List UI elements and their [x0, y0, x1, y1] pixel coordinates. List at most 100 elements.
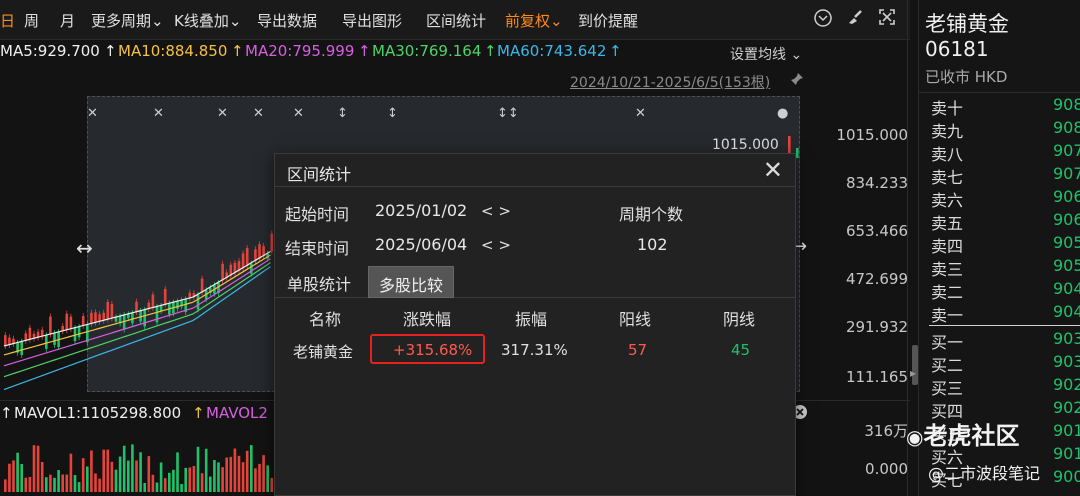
ask-row: 卖四 905 — [931, 233, 1080, 256]
volume-bar — [254, 468, 257, 492]
marker-icon[interactable]: ✕ — [153, 106, 164, 121]
more-periods-label: 更多周期 — [91, 12, 152, 30]
period-count-label: 周期个数 — [619, 205, 684, 224]
volume-bar — [147, 456, 151, 492]
marker-icon[interactable]: ✕ — [253, 106, 264, 121]
volume-bar — [4, 479, 7, 492]
range-stats-dialog: 区间统计 ✕ 起始时间 2025/01/02 < > 周期个数 结束时间 202… — [274, 153, 796, 496]
marker-icon[interactable]: ● — [777, 106, 788, 121]
start-time-stepper[interactable]: < > — [481, 202, 511, 220]
bid-label: 买三 — [931, 379, 964, 398]
ma10-value: MA10:884.850 — [118, 42, 228, 60]
volume-bar — [143, 483, 146, 492]
volume-bar — [49, 474, 52, 492]
marker-icon[interactable]: ✕ — [293, 106, 304, 121]
price-alert-button[interactable]: 到价提醒 — [578, 10, 638, 31]
watermark-brand-text: 老虎社区 — [923, 422, 1020, 450]
row-up-count: 57 — [628, 341, 648, 359]
ask-price: 908 — [1053, 95, 1080, 114]
ask-label: 卖六 — [931, 191, 964, 210]
end-time-stepper[interactable]: < > — [481, 236, 511, 254]
volume-bar — [176, 452, 179, 492]
adjust-dropdown[interactable]: 前复权⌄ — [505, 10, 563, 31]
chevron-down-icon: ⌄ — [550, 12, 563, 30]
price-axis: 1015.000 834.233 653.466 472.699 291.932… — [800, 96, 910, 396]
ask-price: 904 — [1053, 302, 1080, 321]
up-arrow-icon: ↑ — [231, 42, 244, 60]
export-chart-button[interactable]: 导出图形 — [342, 10, 402, 31]
volume-bar — [65, 474, 69, 492]
bid-label: 买二 — [931, 356, 964, 375]
market-status: 已收市 HKD — [925, 68, 1008, 86]
bid-row: 买二 903 — [931, 352, 1080, 375]
ask-label: 卖二 — [931, 283, 964, 302]
volume-bar — [225, 457, 228, 492]
ask-price: 908 — [1053, 118, 1080, 137]
row-name: 老铺黄金 — [293, 343, 354, 361]
volume-bar — [57, 469, 60, 492]
period-count-value: 102 — [637, 235, 668, 254]
volume-bar — [258, 463, 261, 492]
ask-row: 卖三 905 — [931, 256, 1080, 279]
fullscreen-icon[interactable] — [876, 8, 898, 30]
marker-icon[interactable]: ↕↕ — [497, 106, 519, 121]
kline-overlay-label: K线叠加 — [174, 12, 229, 30]
volume-bar — [163, 478, 167, 492]
collapse-arrow-icon[interactable]: ▸ — [910, 366, 916, 380]
volume-bar — [127, 460, 130, 492]
row-change: +315.68% — [393, 341, 473, 359]
export-data-button[interactable]: 导出数据 — [257, 10, 317, 31]
kline-overlay-dropdown[interactable]: K线叠加⌄ — [174, 10, 241, 31]
ask-price: 905 — [1053, 233, 1080, 252]
marker-icon[interactable]: ↕ — [387, 106, 398, 121]
event-markers-row: ✕ ✕ ✕ ✕ ✕ ↕ ↕ ↕↕ ✕ ● — [87, 106, 800, 122]
chart-toolbar: 日 周 月 更多周期⌄ K线叠加⌄ 导出数据 导出图形 区间统计 前复权⌄ 到价… — [0, 0, 910, 40]
bid-ask-divider — [929, 325, 1080, 326]
volume-bar — [94, 473, 97, 492]
period-month-button[interactable]: 月 — [60, 10, 75, 31]
ask-label: 卖五 — [931, 214, 964, 233]
ask-label: 卖九 — [931, 122, 964, 141]
ask-price: 906 — [1053, 187, 1080, 206]
ask-price: 906 — [1053, 210, 1080, 229]
col-header-change: 涨跌幅 — [403, 310, 452, 329]
volume-bar — [16, 452, 19, 492]
tab-multi-stock[interactable]: 多股比较 — [368, 266, 455, 298]
volume-bar — [237, 455, 241, 492]
close-icon[interactable]: ✕ — [763, 156, 783, 184]
volume-bar — [106, 449, 110, 492]
volume-bar — [266, 465, 269, 492]
volume-bar — [118, 456, 122, 492]
marker-icon[interactable]: ✕ — [87, 106, 98, 121]
more-periods-dropdown[interactable]: 更多周期⌄ — [91, 10, 164, 31]
up-arrow-icon: ↑ — [484, 42, 497, 60]
volume-bar — [151, 474, 155, 492]
row-amplitude: 317.31% — [501, 341, 568, 359]
chevron-circle-icon[interactable] — [812, 8, 834, 30]
end-time-value[interactable]: 2025/06/04 — [375, 235, 467, 254]
mavol1-value: MAVOL1:1105298.800 — [14, 404, 182, 422]
bid-price: 902 — [1053, 375, 1080, 394]
watermark-author: @二市波段笔记 — [928, 464, 1041, 483]
ask-row: 卖九 908 — [931, 118, 1080, 141]
ask-row: 卖七 907 — [931, 164, 1080, 187]
start-time-value[interactable]: 2025/01/02 — [375, 201, 467, 220]
period-week-button[interactable]: 周 — [24, 10, 39, 31]
volume-bar — [262, 455, 265, 492]
marker-icon[interactable]: ↕ — [337, 106, 348, 121]
ask-row: 卖五 906 — [931, 210, 1080, 233]
marker-icon[interactable]: ✕ — [635, 106, 646, 121]
volume-bar — [184, 467, 187, 492]
marker-icon[interactable]: ✕ — [217, 106, 228, 121]
volume-bar — [217, 462, 220, 492]
ma-settings-dropdown[interactable]: 设置均线 ⌄ — [730, 44, 802, 64]
stock-code: 06181 — [925, 37, 989, 61]
pin-icon[interactable] — [790, 72, 804, 90]
period-day-button[interactable]: 日 — [0, 10, 15, 31]
tab-single-stock[interactable]: 单股统计 — [277, 266, 361, 298]
range-stats-button[interactable]: 区间统计 — [426, 10, 486, 31]
brush-icon[interactable] — [844, 8, 866, 30]
ma5-value: MA5:929.700 — [0, 42, 100, 60]
resize-left-icon[interactable]: ↔ — [76, 236, 93, 260]
ask-label: 卖八 — [931, 145, 964, 164]
